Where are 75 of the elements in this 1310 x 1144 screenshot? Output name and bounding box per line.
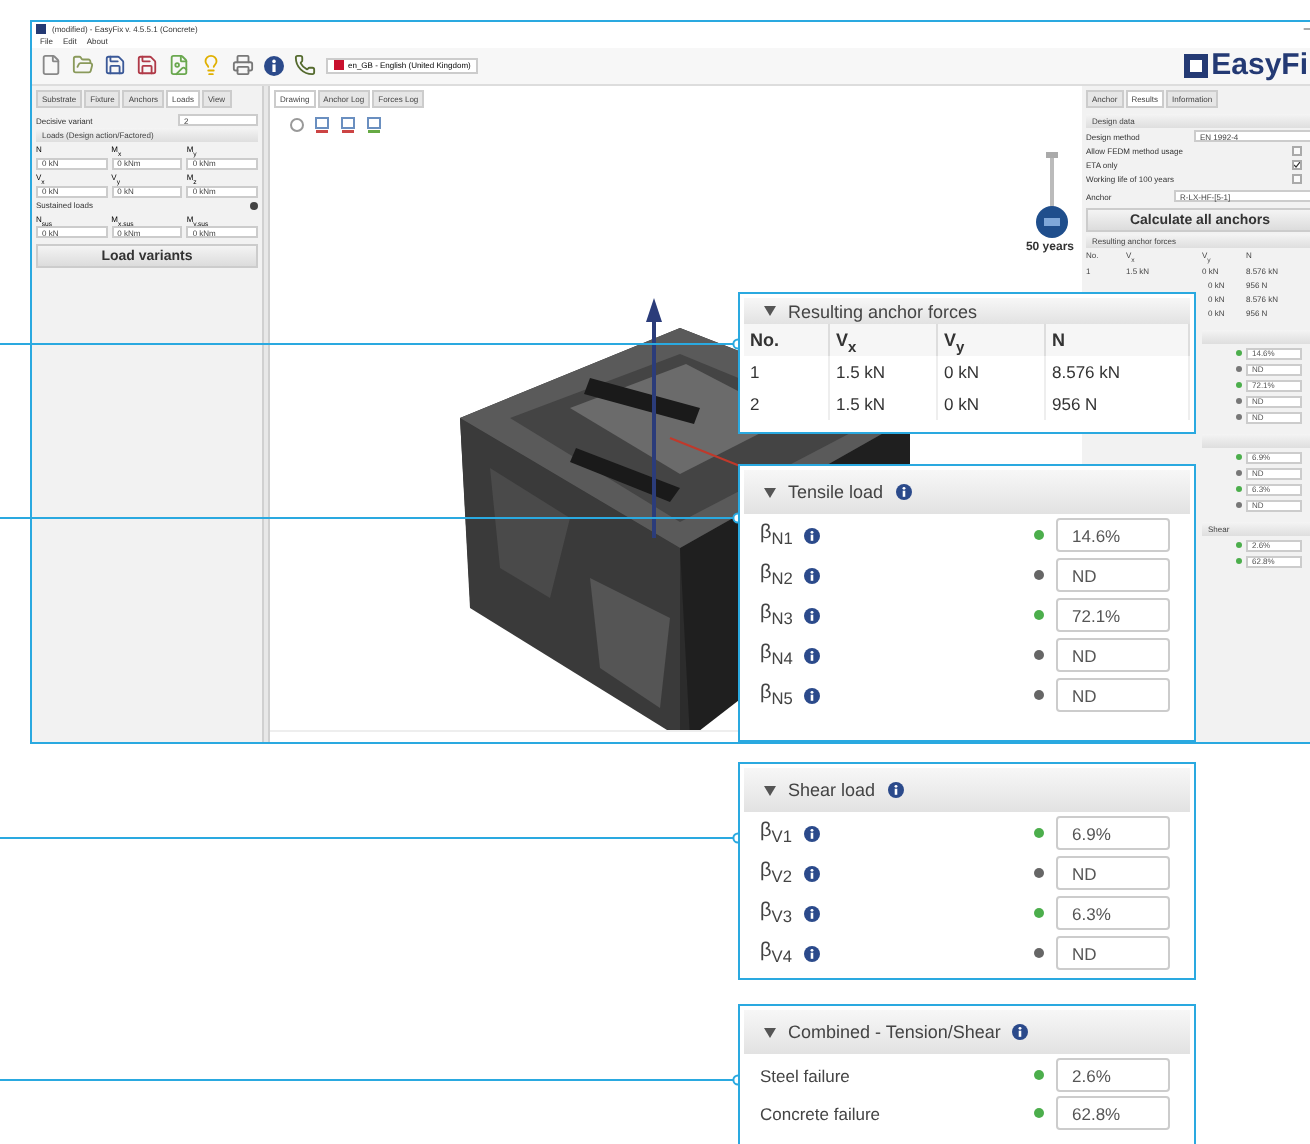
info-icon[interactable]: [804, 647, 821, 663]
column-header: V$_{y}$: [938, 324, 1046, 356]
collapse-icon[interactable]: [764, 1027, 776, 1037]
result-field: 6.3%: [1056, 896, 1170, 930]
axis-view-icon[interactable]: [314, 116, 330, 134]
info-icon[interactable]: [804, 687, 821, 703]
info-icon[interactable]: [804, 567, 821, 583]
save-icon[interactable]: [136, 54, 158, 77]
result-field: 72.1%: [1056, 598, 1170, 632]
save-icon[interactable]: [104, 54, 126, 77]
check-label: β$_{V3}$: [760, 900, 792, 926]
info-icon[interactable]: [887, 782, 904, 798]
logo-icon: [1183, 53, 1208, 78]
app-icon: [36, 23, 46, 34]
file-icon[interactable]: [40, 54, 62, 77]
table-cell: 1.5 kN: [830, 388, 938, 420]
info-icon[interactable]: [264, 55, 284, 76]
folder-icon[interactable]: [72, 54, 94, 77]
axis-view-icon[interactable]: [340, 116, 356, 134]
result-field: ND: [1056, 678, 1170, 712]
checkbox[interactable]: [1292, 159, 1302, 169]
check-label: Concrete failure: [760, 1103, 881, 1123]
checkbox[interactable]: [1292, 173, 1302, 183]
checkbox[interactable]: [1292, 145, 1302, 155]
view-icon[interactable]: [290, 118, 304, 132]
table-cell: 8.576 kN: [1046, 356, 1190, 388]
result-field: ND: [1056, 638, 1170, 672]
info-icon[interactable]: [803, 905, 820, 921]
printer-icon[interactable]: [232, 54, 254, 77]
phone-icon[interactable]: [294, 54, 316, 77]
section-header[interactable]: Combined - Tension/Shear: [744, 1010, 1190, 1054]
check-label: β$_{V1}$: [760, 820, 792, 846]
section-header[interactable]: Tensile load: [744, 470, 1190, 514]
section-header[interactable]: Resulting anchor forces: [744, 298, 1190, 324]
table-cell: 2: [744, 388, 830, 420]
info-icon[interactable]: [895, 484, 912, 500]
collapse-icon[interactable]: [764, 487, 776, 497]
info-icon[interactable]: [803, 825, 820, 841]
check-label: β$_{N2}$: [760, 562, 793, 588]
column-header: No.: [744, 324, 830, 356]
result-field: ND: [1056, 856, 1170, 890]
result-field: ND: [1056, 558, 1170, 592]
badge-icon: [1036, 206, 1068, 238]
table-cell: 1: [744, 356, 830, 388]
result-field: 62.8%: [1056, 1096, 1170, 1130]
column-header: V$_{x}$: [830, 324, 938, 356]
collapse-icon[interactable]: [764, 785, 776, 795]
info-icon[interactable]: [804, 527, 821, 543]
collapse-icon[interactable]: [764, 306, 776, 316]
logo-text: EasyFi: [1211, 48, 1308, 83]
image-icon[interactable]: [168, 54, 190, 77]
table-cell: 956 N: [1046, 388, 1190, 420]
check-label: β$_{N5}$: [760, 682, 793, 708]
info-icon[interactable]: [803, 865, 820, 881]
info-icon[interactable]: [1012, 1024, 1029, 1040]
table-cell: 0 kN: [938, 388, 1046, 420]
check-label: Steel failure: [760, 1065, 850, 1085]
column-header: N: [1046, 324, 1190, 356]
result-field: 2.6%: [1056, 1058, 1170, 1092]
info-icon[interactable]: [250, 201, 258, 210]
table-cell: 0 kN: [938, 356, 1046, 388]
flag-icon: [334, 60, 344, 71]
table-cell: 1.5 kN: [830, 356, 938, 388]
result-field: ND: [1056, 936, 1170, 970]
axis-view-icon[interactable]: [366, 116, 382, 134]
section-header[interactable]: Shear load: [744, 768, 1190, 812]
info-icon[interactable]: [804, 607, 821, 623]
check-label: β$_{V2}$: [760, 860, 792, 886]
check-label: β$_{N3}$: [760, 602, 793, 628]
result-field: 6.9%: [1056, 816, 1170, 850]
check-label: β$_{N1}$: [760, 522, 793, 548]
check-label: β$_{N4}$: [760, 642, 793, 668]
result-field: 14.6%: [1056, 518, 1170, 552]
check-label: β$_{V4}$: [760, 940, 792, 966]
info-icon[interactable]: [803, 945, 820, 961]
